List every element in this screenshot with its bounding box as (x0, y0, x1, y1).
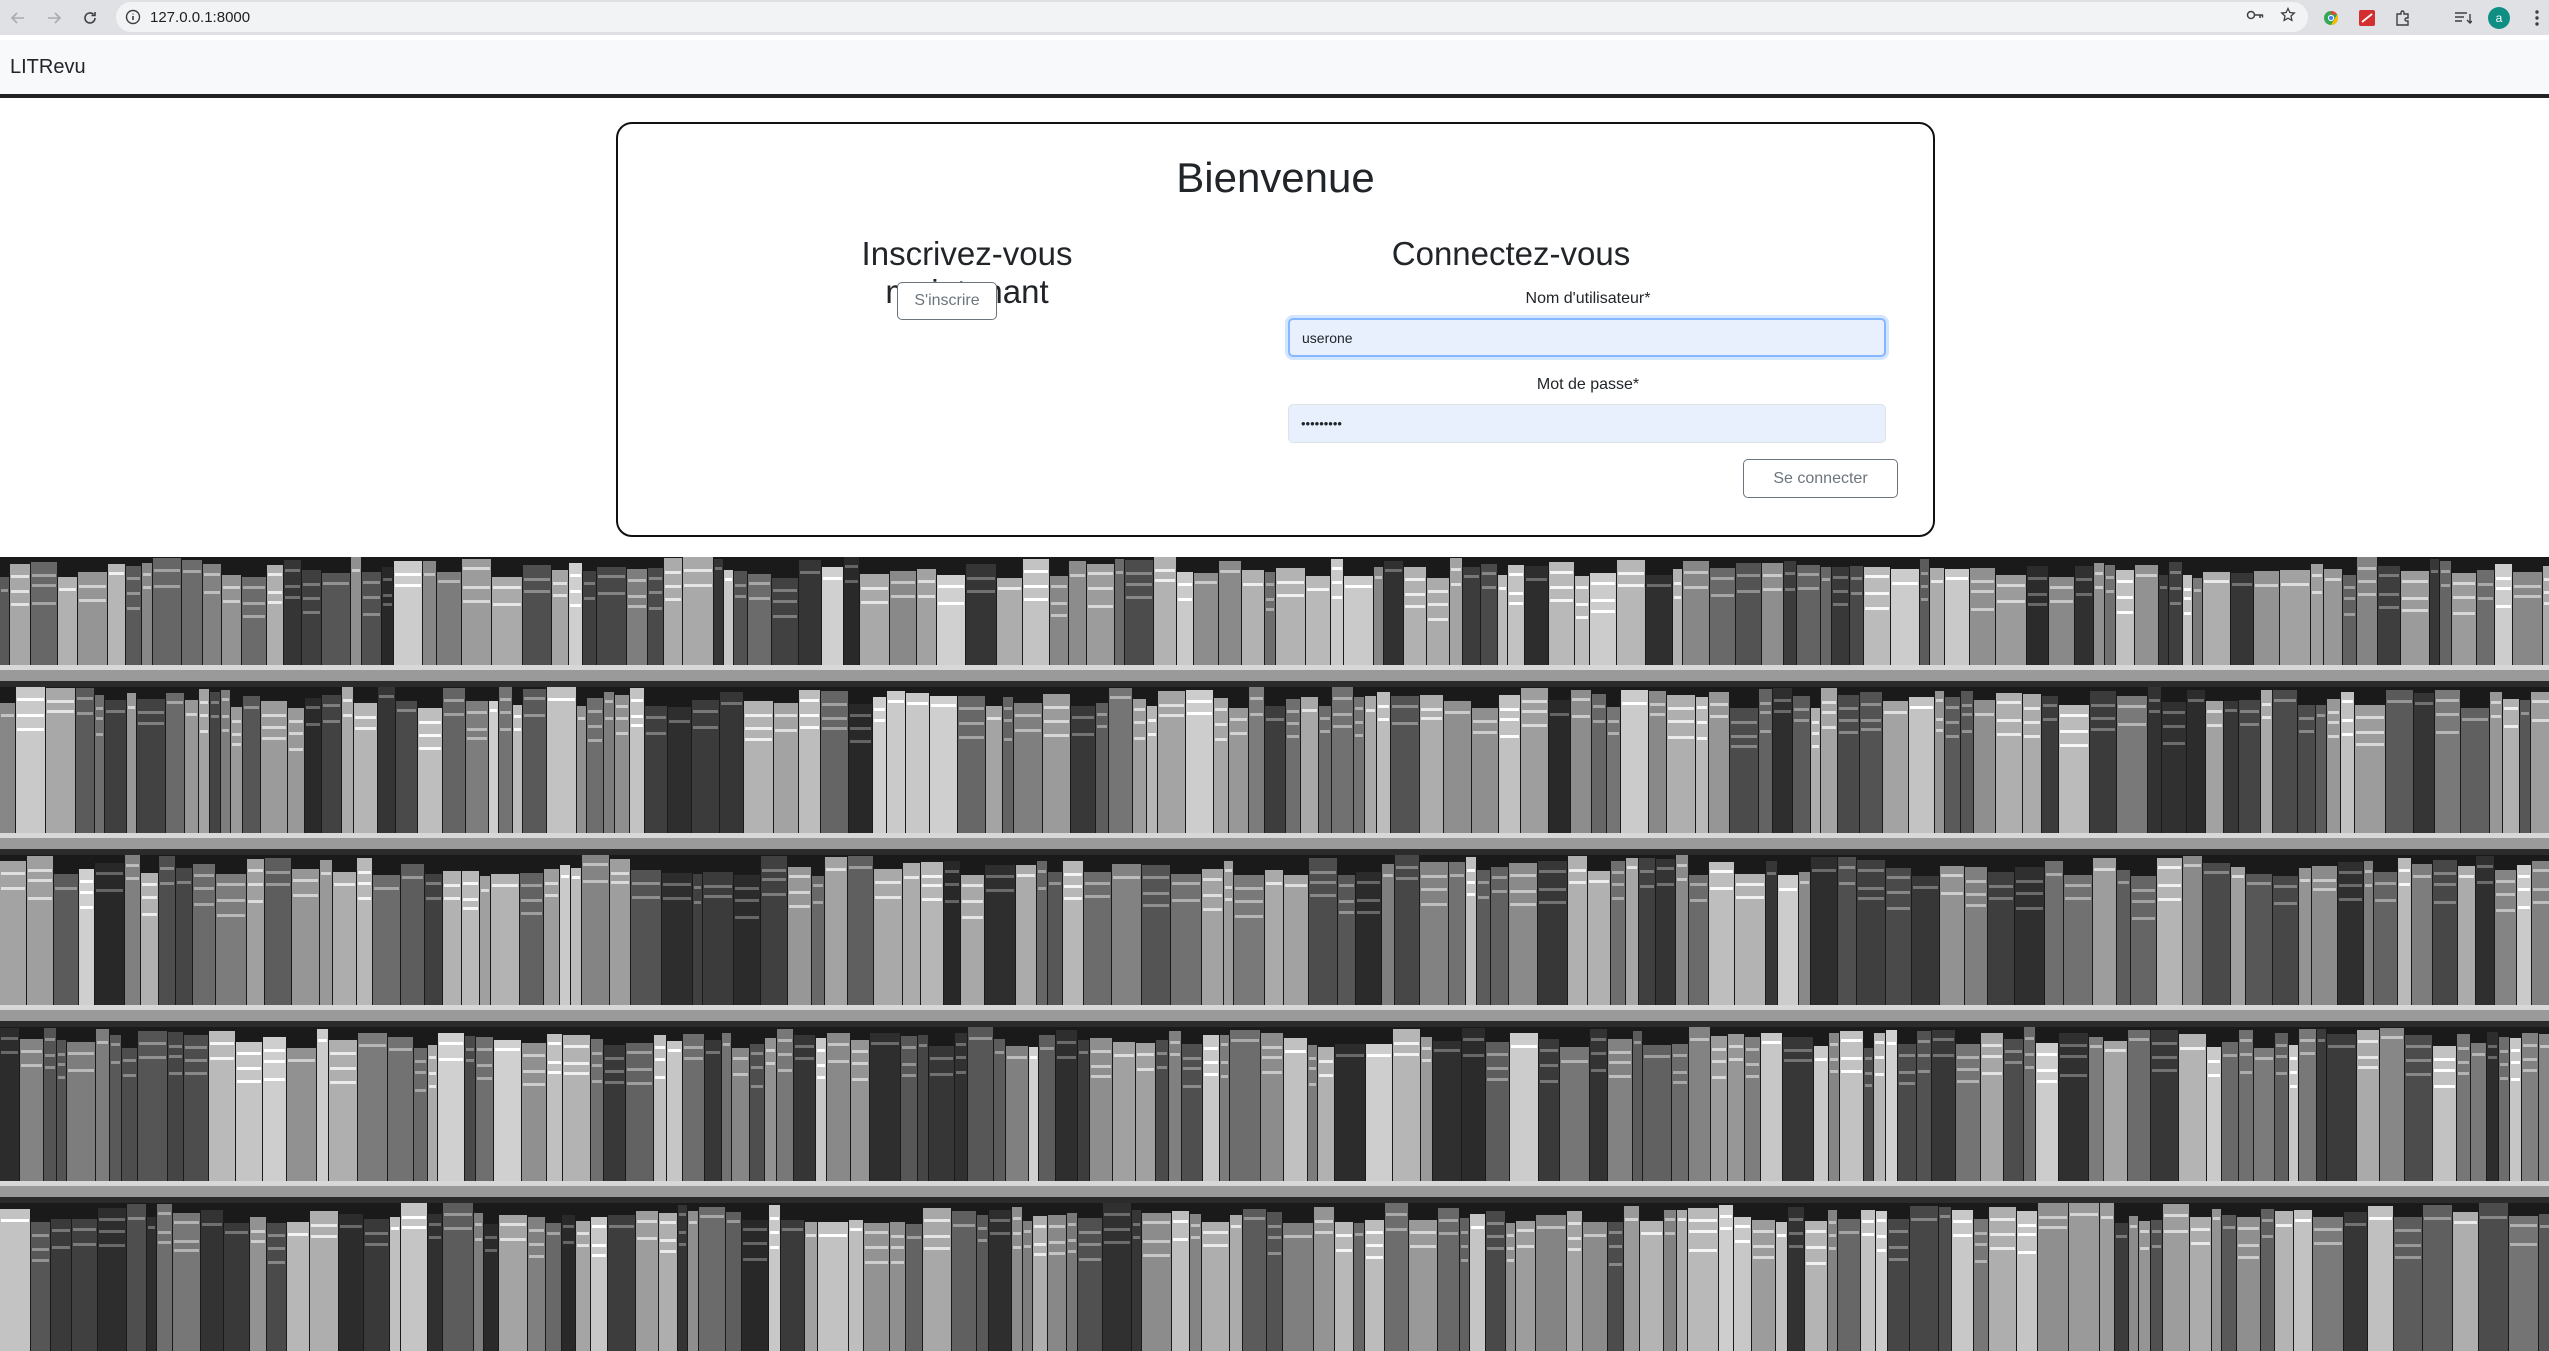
forward-icon[interactable] (36, 0, 72, 35)
login-button[interactable]: Se connecter (1743, 459, 1898, 498)
brand-link[interactable]: LITRevu (10, 56, 86, 79)
reload-icon[interactable] (72, 0, 108, 35)
address-bar[interactable]: 127.0.0.1:8000 (116, 2, 2308, 32)
password-input[interactable]: ••••••••• (1288, 404, 1886, 443)
welcome-card: Bienvenue Inscrivez-vous maintenant S'in… (616, 122, 1935, 537)
site-navbar: LITRevu (0, 40, 2549, 98)
signup-button[interactable]: S'inscrire (897, 282, 997, 320)
password-label: Mot de passe* (1536, 376, 1640, 393)
bookshelf-illustration (0, 557, 2549, 1351)
bookmark-star-icon[interactable] (2280, 6, 2296, 28)
login-heading: Connectez-vous (1391, 235, 1631, 272)
site-info-icon[interactable] (116, 2, 150, 32)
browser-menu-icon[interactable] (2528, 0, 2546, 35)
profile-avatar[interactable]: a (2488, 6, 2510, 29)
extension-pdf-icon[interactable] (2356, 7, 2378, 29)
tab-search-icon[interactable] (2452, 7, 2474, 29)
extension-colorful-icon[interactable] (2320, 7, 2342, 29)
extensions-puzzle-icon[interactable] (2392, 7, 2414, 29)
url-text[interactable]: 127.0.0.1:8000 (150, 9, 250, 26)
browser-toolbar: 127.0.0.1:8000 a (0, 0, 2549, 35)
username-label: Nom d'utilisateur* (1525, 290, 1651, 307)
username-input[interactable]: userone (1288, 318, 1886, 357)
key-icon[interactable] (2246, 8, 2264, 27)
bookshelf-background-image (0, 557, 2549, 1351)
page-title: Bienvenue (1176, 154, 1375, 201)
back-icon[interactable] (0, 0, 36, 35)
